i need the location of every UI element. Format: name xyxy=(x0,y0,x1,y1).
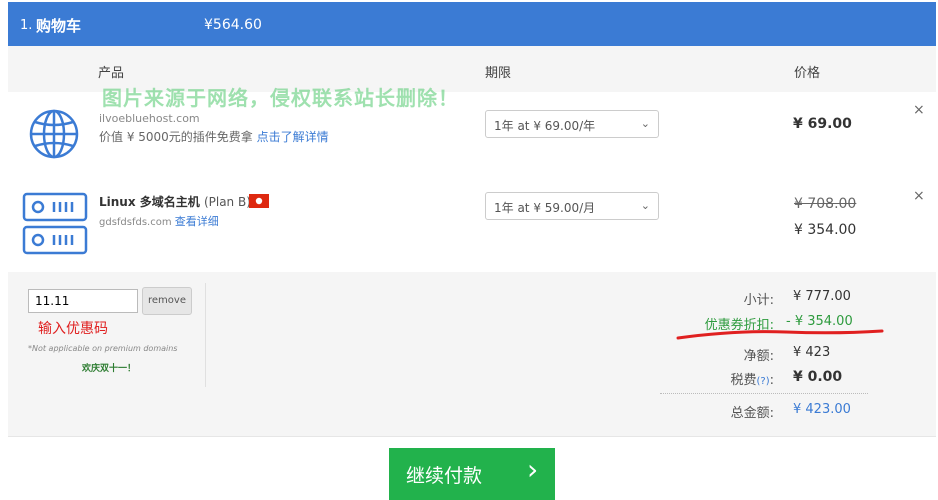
continue-payment-button[interactable]: 继续付款 › xyxy=(389,448,555,500)
period-select-value: 1年 at ¥ 69.00/年 xyxy=(494,119,596,133)
net-value: ¥ 423 xyxy=(793,345,831,360)
coupon-note: *Not applicable on premium domains xyxy=(28,344,178,353)
period-select[interactable]: 1年 at ¥ 69.00/年 ⌄ xyxy=(485,110,659,138)
coupon-input[interactable] xyxy=(28,289,138,313)
item-price: ¥ 354.00 xyxy=(794,222,857,238)
item-name-text: Linux 多域名主机 xyxy=(99,195,200,209)
total-value: ¥ 423.00 xyxy=(793,402,851,417)
period-select-value: 1年 at ¥ 59.00/月 xyxy=(494,201,596,215)
item-domain-text: gdsfdsfds.com xyxy=(99,217,172,228)
chevron-down-icon: ⌄ xyxy=(640,117,650,130)
close-icon[interactable]: × xyxy=(913,102,925,118)
tax-label-colon: : xyxy=(769,373,774,388)
arrow-right-icon: › xyxy=(527,453,539,486)
globe-icon xyxy=(29,109,79,159)
remove-coupon-button[interactable]: remove xyxy=(142,287,192,315)
column-product: 产品 xyxy=(98,66,125,81)
column-price: 价格 xyxy=(794,66,821,81)
close-icon[interactable]: × xyxy=(913,188,925,204)
column-period: 期限 xyxy=(485,66,512,81)
item-old-price: ¥ 708.00 xyxy=(794,196,857,212)
tax-label: 税费(?): xyxy=(654,369,774,388)
cart-title: 购物车 xyxy=(36,17,82,35)
item-description: 价值 ¥ 5000元的插件免费拿 点击了解详情 xyxy=(99,128,329,145)
summary-divider xyxy=(660,393,868,394)
total-label: 总金额: xyxy=(730,406,774,421)
chevron-down-icon: ⌄ xyxy=(640,199,650,212)
cart-header-total: ¥564.60 xyxy=(204,17,262,33)
tax-label-text: 税费 xyxy=(730,373,757,388)
continue-payment-label: 继续付款 xyxy=(406,465,483,487)
watermark-text: 图片来源于网络，侵权联系站长删除！ xyxy=(102,86,459,110)
cart-item-hosting: Linux 多域名主机 (Plan B) gdsfdsfds.com 查看详细 … xyxy=(8,174,936,273)
coupon-hint: 输入优惠码 xyxy=(38,321,108,337)
item-name: Linux 多域名主机 (Plan B) xyxy=(99,193,251,210)
view-details-link[interactable]: 查看详细 xyxy=(175,215,219,228)
subtotal-value: ¥ 777.00 xyxy=(793,289,851,304)
tax-value: ¥ 0.00 xyxy=(793,369,843,385)
server-icon xyxy=(22,192,88,255)
item-description-text: 价值 ¥ 5000元的插件免费拿 xyxy=(99,130,253,144)
item-domain: gdsfdsfds.com 查看详细 xyxy=(99,213,219,229)
subtotal-label: 小计: xyxy=(743,293,774,308)
item-plan: (Plan B) xyxy=(203,195,251,209)
item-price: ¥ 69.00 xyxy=(793,116,852,132)
net-label: 净额: xyxy=(743,349,774,364)
hong-kong-flag-icon xyxy=(249,194,269,208)
tax-help-icon[interactable]: (?) xyxy=(756,376,769,387)
cart-header: 1. 购物车 ¥564.60 xyxy=(8,2,936,46)
step-number: 1. xyxy=(20,18,33,33)
details-link[interactable]: 点击了解详情 xyxy=(257,130,329,144)
divider xyxy=(205,283,206,387)
period-select[interactable]: 1年 at ¥ 59.00/月 ⌄ xyxy=(485,192,659,220)
red-underline-annotation xyxy=(676,329,884,340)
promo-text: 欢庆双十一！ xyxy=(82,364,137,374)
item-domain: ilvoebluehost.com xyxy=(99,112,200,125)
